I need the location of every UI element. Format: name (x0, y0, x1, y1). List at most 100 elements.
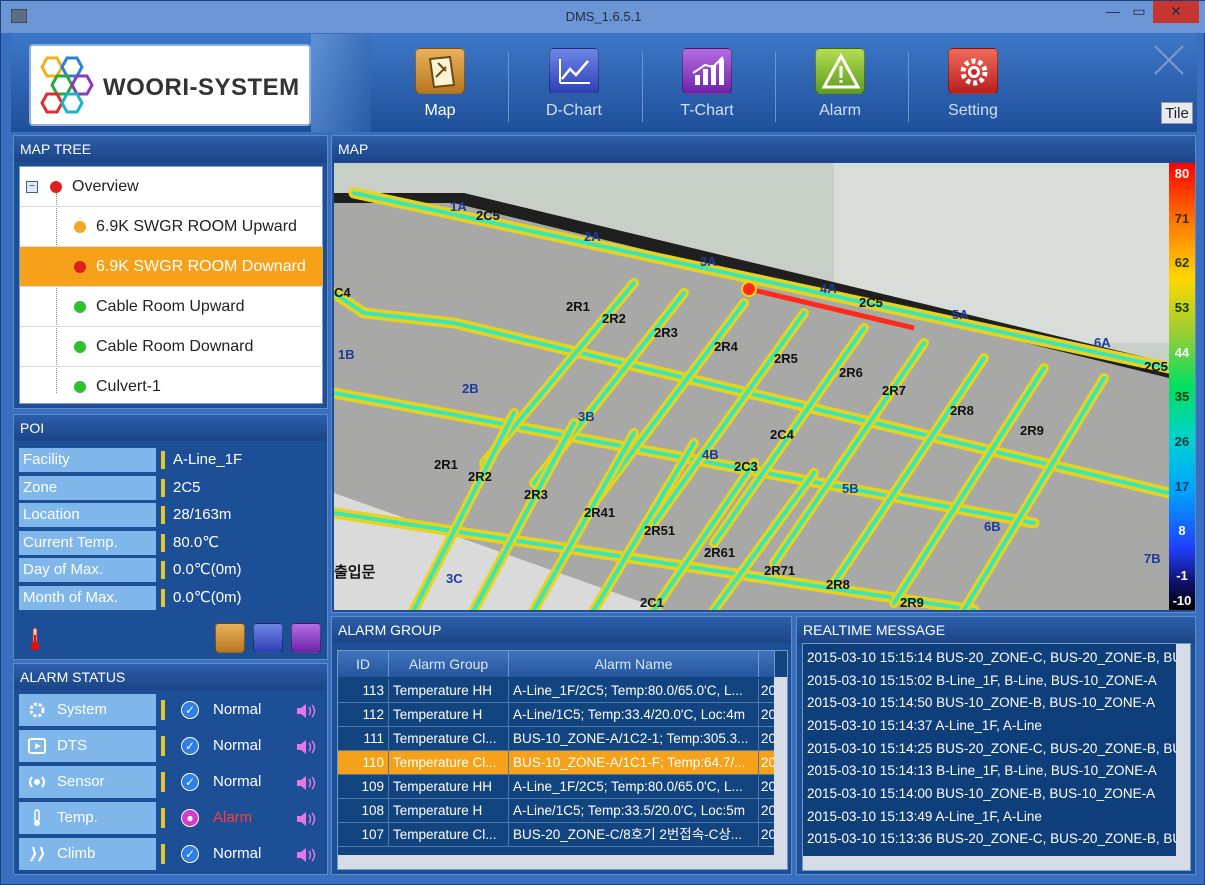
tree-item-cable-downard[interactable]: Cable Room Downard (20, 327, 323, 367)
map-label: 2R2 (602, 311, 626, 326)
close-view-icon[interactable] (1151, 42, 1187, 78)
alarm-marker-icon[interactable] (741, 281, 757, 297)
map-label: 5A (952, 307, 969, 322)
alarm-group-panel: ALARM GROUP ID Alarm Group Alarm Name 11… (331, 616, 792, 875)
column-header-group[interactable]: Alarm Group (389, 651, 509, 677)
map-tool-label: Map (424, 102, 456, 119)
close-button[interactable]: ✕ (1153, 1, 1199, 23)
alarm-status-key-label: Sensor (57, 773, 105, 790)
column-header-extra[interactable] (759, 651, 775, 677)
alarm-status-key: DTS (19, 730, 156, 762)
cell-name: A-Line/1C5; Temp:33.4/20.0'C, Loc:4m (509, 703, 759, 727)
tree-item-label: Overview (72, 178, 139, 195)
tree-item-culvert[interactable]: Culvert-1 (20, 367, 323, 407)
map-label: 2R51 (644, 523, 675, 538)
tool-divider (508, 52, 509, 122)
list-item[interactable]: 2015-03-10 15:15:02 B-Line_1F, B-Line, B… (807, 670, 1179, 692)
alarm-status-key: Temp. (19, 802, 156, 834)
map-label: 4A (820, 281, 837, 296)
map-label: 2R61 (704, 545, 735, 560)
map-tree-title: MAP TREE (14, 136, 327, 162)
map-label: 2C3 (734, 459, 758, 474)
t-chart-tool-button[interactable]: T-Chart (652, 48, 776, 128)
list-item[interactable]: 2015-03-10 15:15:14 BUS-20_ZONE-C, BUS-2… (807, 647, 1179, 669)
tree-item-cable-upward[interactable]: Cable Room Upward (20, 287, 323, 327)
minimize-button[interactable]: — (1101, 1, 1125, 23)
company-logo: WOORI-SYSTEM (29, 44, 311, 126)
map-label: 2R1 (434, 457, 458, 472)
poi-row-current-temp: Current Temp. 80.0℃ (19, 531, 324, 555)
status-dot-icon (74, 301, 86, 313)
cell-group: Temperature Cl... (389, 727, 509, 751)
tree-item-label: Cable Room Downard (96, 338, 254, 355)
cell-id: 110 (338, 751, 389, 775)
alarm-tool-button[interactable]: Alarm (785, 48, 909, 128)
list-item[interactable]: 2015-03-10 15:14:50 BUS-10_ZONE-B, BUS-1… (807, 692, 1179, 714)
tile-button[interactable]: Tile (1161, 102, 1193, 124)
collapse-icon[interactable]: − (26, 181, 38, 193)
tree-item-swgr-downard[interactable]: 6.9K SWGR ROOM Downard (20, 247, 323, 287)
tree-item-overview[interactable]: − Overview (20, 167, 323, 207)
list-item[interactable]: 2015-03-10 15:14:00 BUS-10_ZONE-B, BUS-1… (807, 783, 1179, 805)
t-chart-tool-label: T-Chart (680, 102, 734, 119)
map-tool-button[interactable]: Map (385, 48, 509, 128)
maximize-button[interactable]: ▭ (1127, 1, 1151, 23)
vertical-scrollbar[interactable] (774, 677, 787, 857)
map-label: 2R71 (764, 563, 795, 578)
speaker-icon[interactable] (295, 739, 319, 755)
list-item[interactable]: 2015-03-10 15:14:37 A-Line_1F, A-Line (807, 715, 1179, 737)
speaker-icon[interactable] (295, 775, 319, 791)
poi-row-month-max: Month of Max. 0.0℃(0m) (19, 586, 324, 610)
table-row-selected[interactable]: 110 Temperature Cl... BUS-10_ZONE-A/1C1-… (338, 751, 775, 775)
poi-row-location: Location 28/163m (19, 503, 324, 527)
map-icon[interactable] (215, 623, 245, 653)
alarm-status-key-label: System (57, 701, 108, 718)
list-item[interactable]: 2015-03-10 15:13:49 A-Line_1F, A-Line (807, 806, 1179, 828)
cell-group: Temperature H (389, 799, 509, 823)
poi-divider (161, 534, 165, 552)
horizontal-scrollbar[interactable] (803, 856, 1190, 870)
bar-chart-icon[interactable] (291, 623, 321, 653)
column-header-name[interactable]: Alarm Name (509, 651, 759, 677)
alarm-status-key: Climb (19, 838, 156, 870)
tunnel-map[interactable]: 1A 2C5 2A 3A 4A 2C5 5A 6A 2C5 C4 1B 2B 3… (334, 163, 1169, 610)
gear-icon (948, 48, 998, 94)
scale-tick: 62 (1174, 255, 1190, 270)
speaker-icon[interactable] (295, 811, 319, 827)
logo-text: WOORI-SYSTEM (103, 74, 300, 101)
poi-divider (161, 451, 165, 469)
scale-tick: 8 (1178, 523, 1186, 538)
cell-name: A-Line_1F/2C5; Temp:80.0/65.0'C, L... (509, 775, 759, 799)
check-icon: ✓ (181, 737, 199, 755)
map-label: 2R7 (882, 383, 906, 398)
horizontal-scrollbar[interactable] (338, 855, 787, 869)
cell-name: BUS-10_ZONE-A/1C1-F; Temp:64.7/... (509, 751, 759, 775)
d-chart-tool-button[interactable]: D-Chart (519, 48, 643, 128)
vertical-scrollbar[interactable] (1176, 644, 1190, 856)
scale-tick: 44 (1174, 345, 1190, 360)
table-row[interactable]: 112 Temperature H A-Line/1C5; Temp:33.4/… (338, 703, 775, 727)
column-header-id[interactable]: ID (338, 651, 389, 677)
speaker-icon[interactable] (295, 703, 319, 719)
table-row[interactable]: 107 Temperature Cl... BUS-20_ZONE-C/8호기 … (338, 823, 775, 847)
line-chart-icon[interactable] (253, 623, 283, 653)
table-row[interactable]: 109 Temperature HH A-Line_1F/2C5; Temp:8… (338, 775, 775, 799)
setting-tool-button[interactable]: Setting (918, 48, 1028, 128)
list-item[interactable]: 2015-03-10 15:14:13 B-Line_1F, B-Line, B… (807, 760, 1179, 782)
map-viewport[interactable]: 1A 2C5 2A 3A 4A 2C5 5A 6A 2C5 C4 1B 2B 3… (334, 163, 1169, 610)
realtime-message-list[interactable]: 2015-03-10 15:15:14 BUS-20_ZONE-C, BUS-2… (802, 643, 1191, 871)
table-row[interactable]: 111 Temperature Cl... BUS-10_ZONE-A/1C2-… (338, 727, 775, 751)
speaker-icon[interactable] (295, 847, 319, 863)
tree-item-swgr-upward[interactable]: 6.9K SWGR ROOM Upward (20, 207, 323, 247)
list-item[interactable]: 2015-03-10 15:14:25 BUS-20_ZONE-C, BUS-2… (807, 738, 1179, 760)
table-row[interactable]: 113 Temperature HH A-Line_1F/2C5; Temp:8… (338, 679, 775, 703)
alarm-group-table[interactable]: ID Alarm Group Alarm Name 113 Temperatur… (337, 650, 788, 870)
cell-extra: 20 (759, 799, 775, 823)
table-row[interactable]: 108 Temperature H A-Line/1C5; Temp:33.5/… (338, 799, 775, 823)
list-item[interactable]: 2015-03-10 15:13:36 BUS-20_ZONE-C, BUS-2… (807, 828, 1179, 850)
dts-icon (28, 738, 46, 754)
poi-value: 0.0℃(0m) (173, 561, 242, 578)
poi-key: Facility (19, 448, 156, 472)
hexagon-logo-icon (40, 56, 94, 114)
scale-tick: -1 (1176, 568, 1188, 583)
